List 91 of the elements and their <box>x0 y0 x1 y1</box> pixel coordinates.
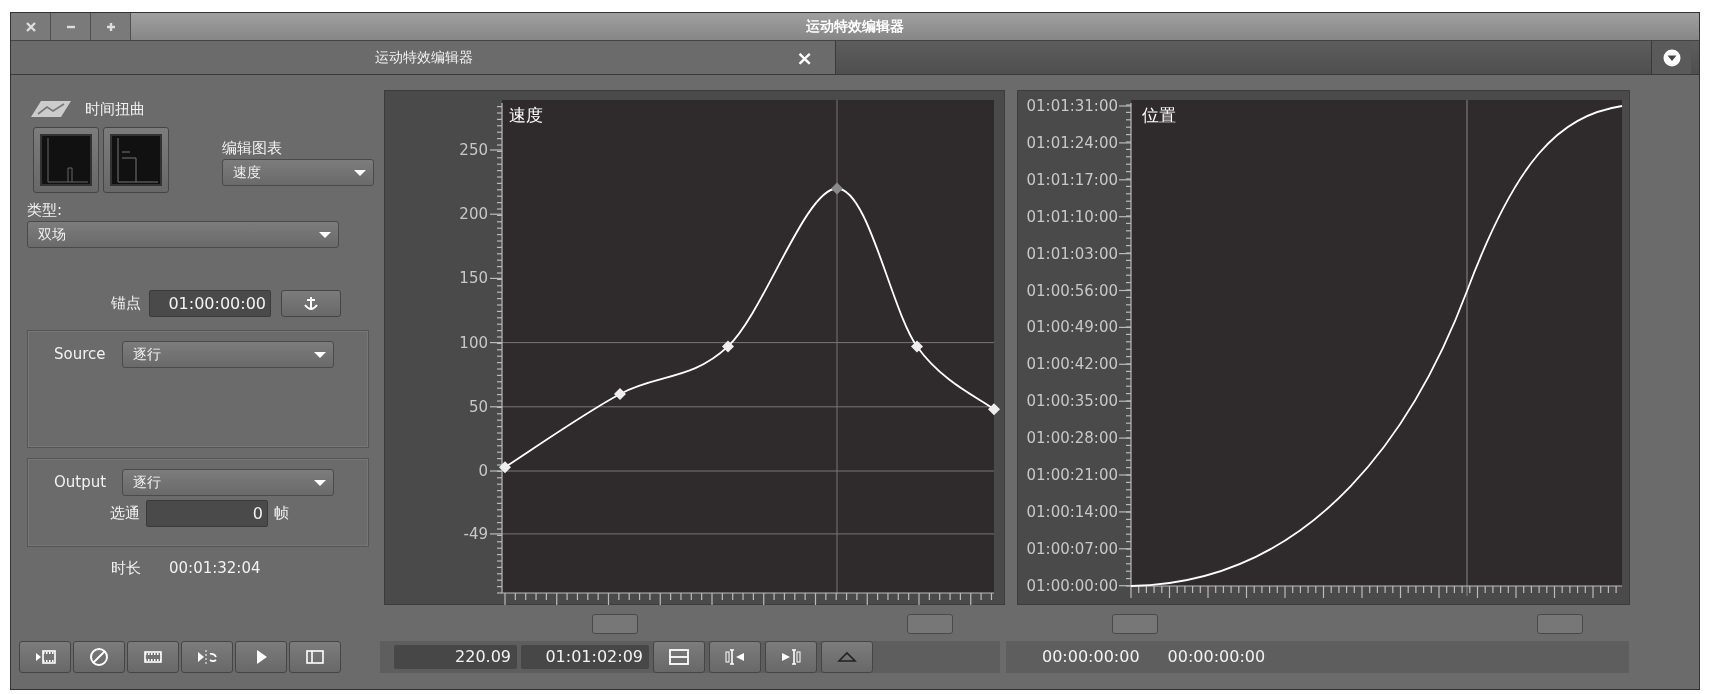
caret-icon <box>313 478 328 487</box>
tab-menu-button[interactable] <box>1651 41 1691 74</box>
trim-left-icon <box>724 648 746 666</box>
axis-label: 01:00:14:00 <box>1026 502 1118 521</box>
source-dropdown[interactable]: 逐行 <box>121 341 334 368</box>
anchor-icon <box>303 295 319 312</box>
keyframe-marker[interactable] <box>911 340 923 353</box>
dropdown-icon <box>1662 48 1681 67</box>
strobe-field[interactable]: 0 <box>146 500 268 527</box>
axis-label: 01:00:35:00 <box>1026 392 1118 411</box>
step-frame-icon <box>34 648 56 666</box>
speed-readout: 220.09 <box>394 645 517 669</box>
timecode-readout: 00:00:00:00 <box>1042 646 1140 668</box>
tool-button[interactable] <box>19 641 71 673</box>
tool-button[interactable] <box>127 641 179 673</box>
panel-icon <box>304 648 326 666</box>
tool-button[interactable] <box>73 641 125 673</box>
tool-button[interactable] <box>289 641 341 673</box>
caret-icon <box>353 168 367 177</box>
axis-label: 01:00:21:00 <box>1026 466 1118 484</box>
graph-dropdown[interactable]: 速度 <box>222 159 374 186</box>
output-dropdown[interactable]: 逐行 <box>122 469 335 496</box>
window-title: 运动特效编辑器 <box>805 17 905 36</box>
zoom-button[interactable] <box>91 13 131 40</box>
axis-label: 150 <box>459 269 488 288</box>
keyframe-marker[interactable] <box>988 403 1000 416</box>
axis-label: 01:00:49:00 <box>1026 318 1118 337</box>
tool-button[interactable] <box>709 641 761 673</box>
axis-label: 01:00:56:00 <box>1026 281 1118 300</box>
axis-label: 50 <box>468 397 488 416</box>
anchor-button[interactable] <box>281 290 341 317</box>
scroll-handle[interactable] <box>1112 614 1158 634</box>
type-label: 类型: <box>27 199 64 221</box>
tool-button[interactable] <box>653 641 705 673</box>
keyframe-marker[interactable] <box>614 387 626 400</box>
scroll-handle[interactable] <box>907 614 953 634</box>
axis-label: 200 <box>459 205 488 224</box>
keyframe-marker[interactable] <box>499 461 511 474</box>
anchor-label: 锚点 <box>111 293 141 315</box>
editor-tab[interactable]: 运动特效编辑器 × <box>11 41 836 74</box>
effect-name: 时间扭曲 <box>85 99 145 120</box>
film-strip-icon <box>142 648 164 666</box>
tab-close-button[interactable]: × <box>796 47 813 68</box>
split-view-icon <box>668 648 690 666</box>
axis-label: 01:00:42:00 <box>1026 355 1118 374</box>
close-icon <box>24 20 37 33</box>
graph-title: 速度 <box>509 105 543 125</box>
trim-right-icon <box>780 648 802 666</box>
axis-label: 01:00:07:00 <box>1026 539 1118 558</box>
duration-label: 时长 <box>111 558 141 579</box>
edit-graph-label: 编辑图表 <box>222 137 283 159</box>
anchor-field[interactable]: 01:00:00:00 <box>149 290 271 317</box>
keyframe-marker[interactable] <box>722 340 734 353</box>
axis-label: 01:01:24:00 <box>1026 133 1118 152</box>
graph-preset-icon <box>38 131 94 188</box>
output-label: Output <box>54 472 107 494</box>
axis-label: 01:00:00:00 <box>1026 576 1118 595</box>
duration-value: 00:01:32:04 <box>169 558 261 579</box>
time-warp-icon <box>31 100 71 119</box>
type-dropdown[interactable]: 双场 <box>27 221 339 248</box>
axis-label: 01:01:10:00 <box>1026 207 1118 226</box>
axis-label: 01:00:28:00 <box>1026 429 1118 448</box>
prohibited-icon <box>88 648 110 666</box>
source-label: Source <box>54 344 106 366</box>
timecode-readout: 00:00:00:00 <box>1167 646 1266 668</box>
axis-label: 0 <box>478 462 488 480</box>
frames-unit: 帧 <box>274 503 289 525</box>
graph-title: 位置 <box>1142 105 1176 125</box>
graph-preset-icon <box>108 131 164 188</box>
scroll-handle[interactable] <box>1537 614 1583 634</box>
axis-label: 01:01:31:00 <box>1026 97 1118 115</box>
timecode-readout: 01:01:02:09 <box>521 645 649 669</box>
axis-label: 100 <box>459 333 488 352</box>
axis-label: 01:01:17:00 <box>1026 170 1118 189</box>
hold-preset-button[interactable] <box>103 126 169 193</box>
zoom-icon <box>104 20 117 33</box>
close-button[interactable] <box>11 13 51 40</box>
keyframe-marker[interactable] <box>831 182 843 195</box>
axis-label: 250 <box>459 141 488 159</box>
tool-button[interactable] <box>235 641 287 673</box>
strobe-label: 选通 <box>110 503 140 525</box>
caret-icon <box>318 230 332 239</box>
tool-button[interactable] <box>765 641 817 673</box>
axis-label: 01:01:03:00 <box>1026 244 1118 263</box>
caret-icon <box>312 350 327 359</box>
tool-button[interactable] <box>181 641 233 673</box>
linear-preset-button[interactable] <box>33 126 99 193</box>
axis-label: -49 <box>463 524 488 543</box>
scroll-handle[interactable] <box>592 614 638 634</box>
minimize-button[interactable] <box>51 13 91 40</box>
swap-arrows-icon <box>196 648 218 666</box>
